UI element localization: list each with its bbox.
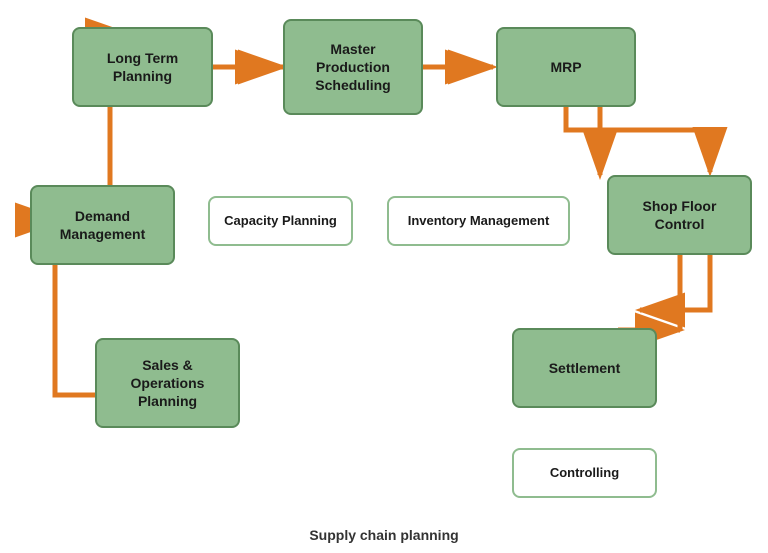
shop-floor-label: Shop FloorControl	[643, 197, 717, 233]
long-term-planning-node: Long TermPlanning	[72, 27, 213, 107]
capacity-planning-node: Capacity Planning	[208, 196, 353, 246]
arrow-mrp-shopfloor	[566, 100, 710, 172]
inventory-management-label: Inventory Management	[408, 213, 550, 230]
mrp-label: MRP	[550, 58, 581, 76]
mrp-node: MRP	[496, 27, 636, 107]
shop-floor-node: Shop FloorControl	[607, 175, 752, 255]
long-term-planning-label: Long TermPlanning	[107, 49, 178, 85]
demand-management-label: DemandManagement	[60, 207, 146, 243]
controlling-node: Controlling	[512, 448, 657, 498]
controlling-label: Controlling	[550, 465, 619, 482]
sales-operations-node: Sales &OperationsPlanning	[95, 338, 240, 428]
master-production-node: MasterProductionScheduling	[283, 19, 423, 115]
settlement-label: Settlement	[549, 359, 621, 377]
sales-operations-label: Sales &OperationsPlanning	[131, 356, 205, 411]
inventory-management-node: Inventory Management	[387, 196, 570, 246]
master-production-label: MasterProductionScheduling	[315, 40, 390, 95]
footer-text: Supply chain planning	[0, 527, 768, 543]
arrow-shopfloor-settlement	[640, 255, 710, 310]
demand-management-node: DemandManagement	[30, 185, 175, 265]
settlement-node: Settlement	[512, 328, 657, 408]
diagram-container: Long TermPlanning MasterProductionSchedu…	[0, 0, 768, 520]
capacity-planning-label: Capacity Planning	[224, 213, 337, 230]
